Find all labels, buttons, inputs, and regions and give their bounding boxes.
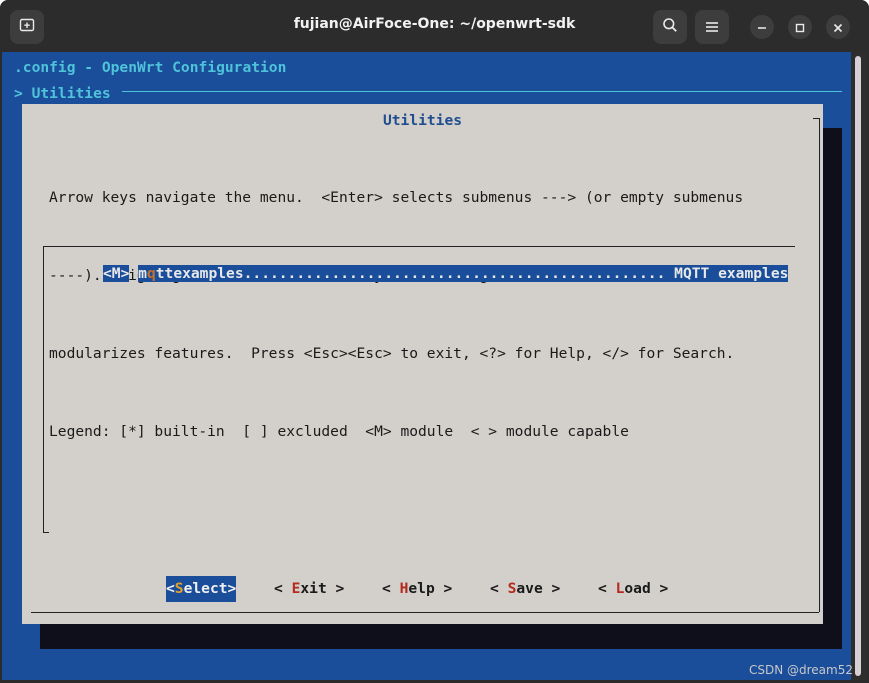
maximize-button[interactable] bbox=[788, 15, 812, 39]
exit-button[interactable]: < Exit > bbox=[274, 576, 344, 602]
scrollbar-thumb[interactable] bbox=[855, 56, 861, 676]
menu-button[interactable] bbox=[695, 10, 729, 44]
minimize-button[interactable] bbox=[750, 15, 774, 39]
help-line: modularizes features. Press <Esc><Esc> t… bbox=[49, 345, 735, 362]
menu-item-dots: ........................................… bbox=[243, 265, 666, 282]
title-bar: fujian@AirFoce-One: ~/openwrt-sdk bbox=[0, 0, 869, 52]
config-title: .config - OpenWrt Configuration bbox=[14, 59, 287, 76]
menu-item-hotkey: q bbox=[146, 265, 156, 282]
hamburger-menu-icon bbox=[705, 18, 719, 37]
menu-item-description: MQTT examples bbox=[674, 265, 789, 282]
menu-item-name: ttexamples bbox=[155, 265, 244, 282]
menuconfig-dialog: Utilities Arrow keys navigate the menu. … bbox=[22, 104, 823, 624]
menu-item-mqttexamples[interactable]: <M> mqttexamples........................… bbox=[103, 261, 789, 287]
maximize-icon bbox=[795, 18, 805, 37]
close-button[interactable] bbox=[826, 15, 850, 39]
help-text: Arrow keys navigate the menu. <Enter> se… bbox=[49, 133, 769, 497]
help-line: Arrow keys navigate the menu. <Enter> se… bbox=[49, 189, 744, 206]
select-button[interactable]: <Select> bbox=[166, 576, 237, 602]
menu-item-state[interactable]: <M> bbox=[103, 265, 130, 282]
header-rule bbox=[122, 91, 842, 92]
menu-item-hotkey-prefix: m bbox=[138, 265, 147, 282]
dialog-title: Utilities bbox=[382, 112, 463, 129]
search-button[interactable] bbox=[653, 10, 687, 44]
menu-item-entry[interactable]: mqttexamples............................… bbox=[138, 265, 789, 282]
dialog-frame bbox=[819, 563, 820, 612]
close-icon bbox=[833, 18, 843, 37]
minimize-icon bbox=[757, 18, 767, 37]
menu-list-border bbox=[43, 246, 44, 532]
save-button[interactable]: < Save > bbox=[490, 576, 560, 602]
load-button[interactable]: < Load > bbox=[598, 576, 668, 602]
terminal-window: fujian@AirFoce-One: ~/openwrt-sdk .confi… bbox=[0, 0, 869, 683]
search-icon bbox=[662, 17, 678, 37]
menu-list-border bbox=[43, 532, 49, 533]
dialog-frame bbox=[31, 612, 819, 613]
menu-list-border bbox=[43, 246, 795, 247]
terminal-scrollbar[interactable] bbox=[851, 52, 867, 680]
terminal-area[interactable]: .config - OpenWrt Configuration > Utilit… bbox=[2, 52, 851, 680]
window-title: fujian@AirFoce-One: ~/openwrt-sdk bbox=[293, 16, 576, 32]
dialog-frame bbox=[819, 118, 820, 563]
help-button[interactable]: < Help > bbox=[382, 576, 452, 602]
help-line: Legend: [*] built-in [ ] excluded <M> mo… bbox=[49, 423, 629, 440]
select-hotkey: S bbox=[174, 580, 184, 597]
watermark: CSDN @dream52 bbox=[748, 663, 853, 677]
